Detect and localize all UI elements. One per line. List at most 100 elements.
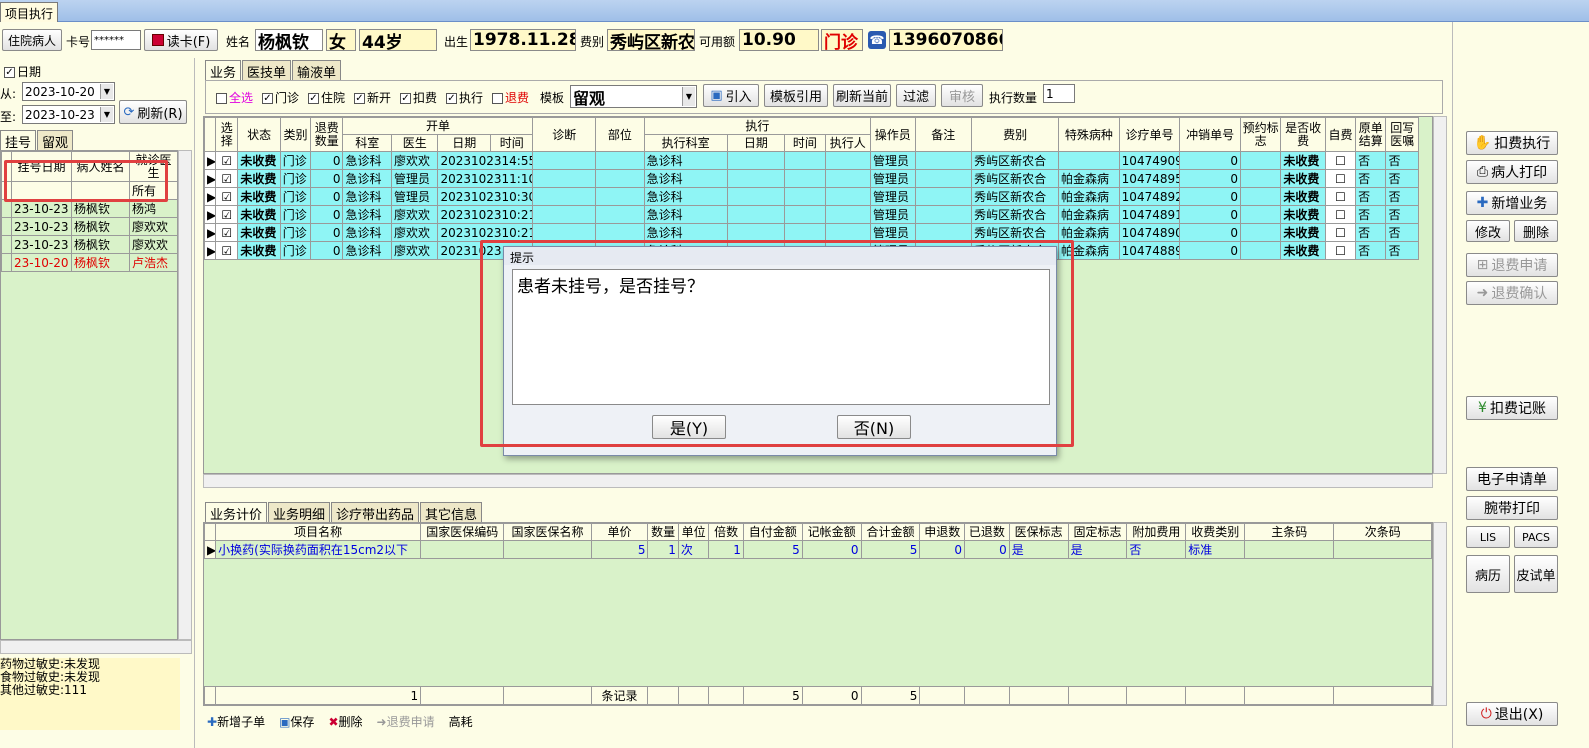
price-header: 附加费用 [1126,523,1187,541]
e-apply-button[interactable]: 电子申请单 [1466,467,1558,491]
select-all-toggle[interactable]: 全选 [216,89,253,106]
inpatient-button[interactable]: 住院病人 [2,29,62,51]
registration-hscrollbar[interactable] [0,640,192,654]
select-checkbox[interactable]: ☑ [215,187,239,206]
self-pay-checkbox[interactable]: ☐ [1324,187,1357,206]
select-checkbox[interactable]: ☑ [215,151,239,170]
to-date-select[interactable]: 2023-10-23 ▼ [22,105,115,124]
table-row[interactable]: ▶ 小换药(实际换药面积在15cm2以下 5 1 次 1 5 0 5 0 0 是是否标准 [203,540,1432,559]
save-button[interactable]: ▣保存 [279,713,314,730]
deduct-checkbox[interactable]: ✓ [400,93,411,104]
tab-detail[interactable]: 业务明细 [268,502,331,523]
new-checkbox[interactable]: ✓ [354,93,365,104]
card-input[interactable]: ****** [91,30,141,50]
print-patient-button[interactable]: ⎙ 病人打印 [1466,160,1558,184]
header-time: 时间 [489,134,534,152]
tab-pricing[interactable]: 业务计价 [205,502,268,523]
self-pay-checkbox[interactable]: ☐ [1324,169,1357,188]
read-card-button[interactable]: 读卡(F) [144,29,218,51]
table-row[interactable]: 23-10-20 杨枫钦 卢浩杰 [1,253,178,272]
cell-doctor: 廖欢欢 [390,223,439,242]
tab-infusion[interactable]: 输液单 [292,60,342,81]
deduct-account-button[interactable]: ¥ 扣费记账 [1466,396,1558,420]
self-pay-checkbox[interactable]: ☐ [1324,151,1357,170]
deduct-toggle[interactable]: ✓ 扣费 [400,89,437,106]
cell-type: 门诊 [279,151,312,170]
refund-apply-button[interactable]: ➜退费申请 [377,713,435,730]
self-pay-checkbox[interactable]: ☐ [1324,241,1357,260]
outpatient-checkbox[interactable]: ✓ [262,93,273,104]
self-pay-checkbox[interactable]: ☐ [1324,205,1357,224]
right-refund-apply-button[interactable]: ⊞ 退费申请 [1466,253,1558,277]
table-row[interactable]: 23-10-23 杨枫钦 廖欢欢 [1,235,178,254]
lis-button[interactable]: LIS [1466,526,1510,548]
audit-button[interactable]: 审核 [941,84,983,107]
delete-button[interactable]: ✖删除 [328,713,362,730]
refund-toggle[interactable]: 退费 [492,89,529,106]
from-date-select[interactable]: 2023-10-20 ▼ [22,82,115,101]
table-row[interactable]: ▶ ☑ 未收费 门诊 0 急诊科 廖欢欢 2023102310:21: 急诊科 管理员 秀屿区新农合… [203,205,1419,224]
exec-count-input[interactable]: 1 [1043,84,1075,103]
import-button[interactable]: ▣ 引入 [703,84,759,107]
table-row[interactable]: ▶ ☑ 未收费 门诊 0 急诊科 廖欢欢 2023102314:55: 急诊科 管理员 秀屿区新农合… [203,151,1419,170]
modify-button[interactable]: 修改 [1466,220,1510,242]
right-refund-apply-label: 退费申请 [1491,258,1548,274]
select-all-checkbox[interactable] [216,93,227,104]
cell-part [595,169,645,188]
deduct-exec-button[interactable]: ✋ 扣费执行 [1466,131,1558,155]
wristband-print-button[interactable]: 腕带打印 [1466,496,1558,520]
medical-record-button[interactable]: 病历 [1466,555,1510,593]
tab-observation[interactable]: 留观 [37,130,74,151]
cell-type: 门诊 [279,223,312,242]
select-checkbox[interactable]: ☑ [215,205,239,224]
refund-checkbox[interactable] [492,93,503,104]
table-row[interactable]: ▶ ☑ 未收费 门诊 0 急诊科 管理员 2023102310:30: 急诊科 管理员 秀屿区新农合… [203,187,1419,206]
tab-business[interactable]: 业务 [205,60,242,81]
tab-registration[interactable]: 挂号 [0,130,37,151]
add-business-button[interactable]: ✚ 新增业务 [1466,191,1558,215]
select-checkbox[interactable]: ☑ [215,241,239,260]
execution-hscrollbar[interactable] [203,474,1433,488]
execute-checkbox[interactable]: ✓ [446,93,457,104]
table-row[interactable]: 23-10-23 杨枫钦 杨鸿 [1,199,178,218]
table-row[interactable]: ▶ ☑ 未收费 门诊 0 急诊科 管理员 2023102311:10: 急诊科 管理员 秀屿区新农合… [203,169,1419,188]
outpatient-toggle[interactable]: ✓ 门诊 [262,89,299,106]
price-cell [1333,540,1432,559]
refund-confirm-button[interactable]: ➜ 退费确认 [1466,281,1558,305]
date-checkbox[interactable]: ✓ [4,67,15,78]
tab-tech-order[interactable]: 医技单 [242,60,292,81]
pricing-scrollbar[interactable] [1433,522,1447,706]
new-toggle[interactable]: ✓ 新开 [354,89,391,106]
table-row[interactable]: ▶ ☑ 未收费 门诊 0 急诊科 廖欢欢 2023102310:21: 急诊科 管理员 秀屿区新农合… [203,223,1419,242]
cell-remark [914,187,973,206]
select-checkbox[interactable]: ☑ [215,223,239,242]
window-tab-title[interactable]: 项目执行 [0,2,59,22]
self-pay-checkbox[interactable]: ☐ [1324,223,1357,242]
cell-diagnosis [532,223,597,242]
inpatient-checkbox[interactable]: ✓ [308,93,319,104]
refresh-button[interactable]: ⟳ 刷新(R) [119,100,187,124]
inpatient-toggle[interactable]: ✓ 住院 [308,89,345,106]
registration-scrollbar[interactable] [178,150,192,640]
refresh-current-button[interactable]: 刷新当前 [833,84,891,107]
pacs-button[interactable]: PACS [1514,526,1558,548]
cell-remark [914,151,973,170]
execution-scrollbar[interactable] [1433,116,1447,474]
table-row[interactable]: 23-10-23 杨枫钦 廖欢欢 [1,217,178,236]
row-indicator: ▶ [203,241,217,260]
tab-other-info[interactable]: 其它信息 [420,502,483,523]
template-select[interactable]: 留观 ▼ [570,85,697,108]
right-delete-button[interactable]: 删除 [1514,220,1558,242]
tab-drugs[interactable]: 诊疗带出药品 [331,502,420,523]
add-child-button[interactable]: ✚新增子单 [207,713,265,730]
template-ref-button[interactable]: 模板引用 [764,84,828,107]
skin-test-button[interactable]: 皮试单 [1514,555,1558,593]
high-cost-button[interactable]: 高耗 [449,713,473,730]
filter-button[interactable]: 过滤 [896,84,936,107]
price-header: 国家医保编码 [420,523,505,541]
registration-grid: 挂号日期 病人姓名 就诊医生 所有 23-10-23 杨枫钦 杨鸿 23-10-23 杨枫… [0,150,178,640]
date-filter-toggle[interactable]: ✓ 日期 [4,63,41,80]
execute-toggle[interactable]: ✓ 执行 [446,89,483,106]
select-checkbox[interactable]: ☑ [215,169,239,188]
exit-button[interactable]: ⏻ 退出(X) [1466,702,1558,726]
